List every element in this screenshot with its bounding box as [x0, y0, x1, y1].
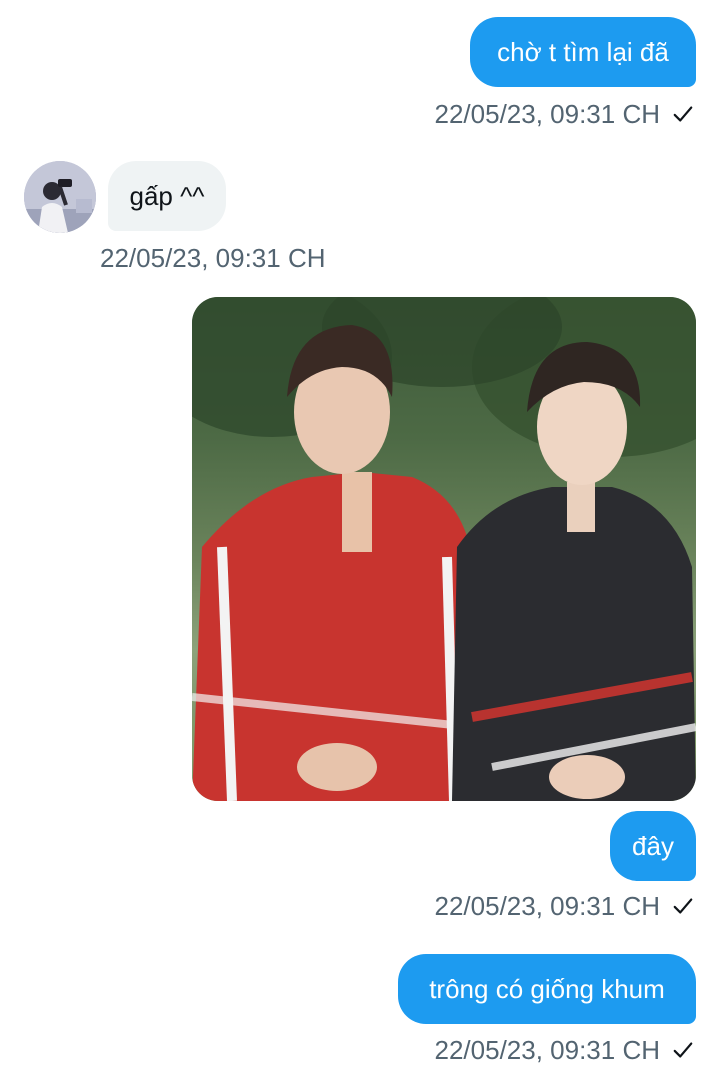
message-timestamp: 22/05/23, 09:31 CH	[434, 891, 661, 921]
incoming-message-bubble[interactable]: gấp ^^	[108, 161, 226, 231]
message-timestamp: 22/05/23, 09:31 CH	[434, 99, 661, 129]
message-timestamp: 22/05/23, 09:31 CH	[434, 1035, 661, 1065]
message-text: đây	[632, 831, 674, 861]
message-text: trông có giống khum	[429, 974, 665, 1004]
check-icon	[672, 1039, 694, 1061]
outgoing-message-bubble[interactable]: chờ t tìm lại đã	[470, 17, 696, 87]
check-icon	[672, 895, 694, 917]
outgoing-message-bubble[interactable]: đây	[610, 811, 696, 881]
user-avatar[interactable]	[24, 161, 96, 233]
check-icon	[672, 103, 694, 125]
message-meta: 22/05/23, 09:31 CH	[100, 244, 326, 272]
message-meta: 22/05/23, 09:31 CH	[435, 892, 695, 920]
message-timestamp: 22/05/23, 09:31 CH	[100, 243, 326, 273]
message-text: chờ t tìm lại đã	[497, 37, 669, 67]
chat-thread: chờ t tìm lại đã 22/05/23, 09:31 CH gấp …	[0, 0, 720, 1076]
photo-two-people[interactable]	[192, 297, 696, 801]
message-meta: 22/05/23, 09:31 CH	[435, 1036, 695, 1064]
message-text: gấp ^^	[129, 181, 205, 211]
outgoing-message-bubble[interactable]: trông có giống khum	[398, 954, 696, 1024]
message-meta: 22/05/23, 09:31 CH	[435, 100, 695, 128]
